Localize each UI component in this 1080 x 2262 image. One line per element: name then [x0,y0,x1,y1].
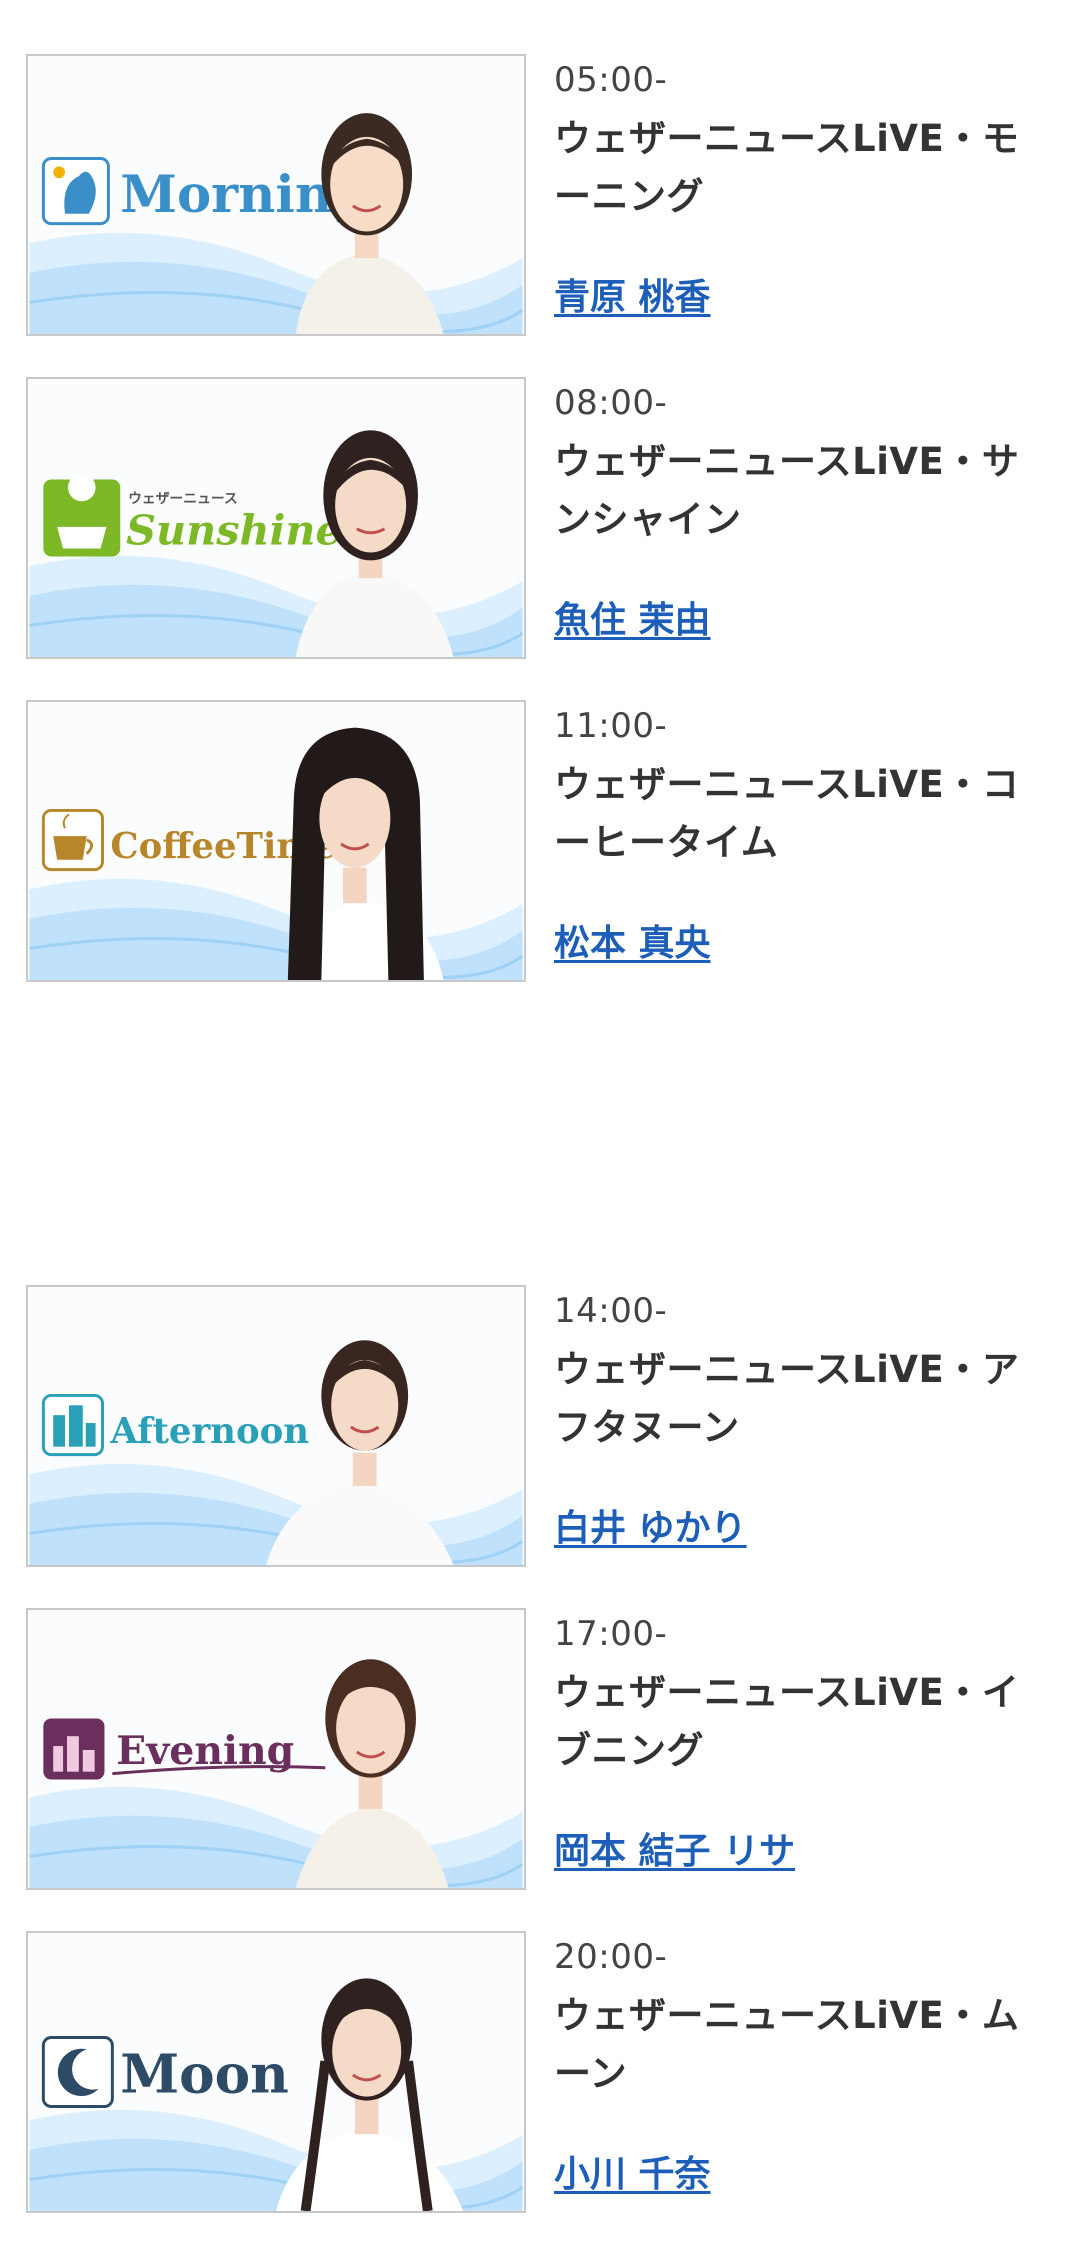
program-time: 05:00- [554,60,668,100]
moon-thumbnail-art: Moon [29,1978,524,2211]
program-time: 14:00- [554,1291,668,1331]
program-title: ウェザーニュースLiVE・アフタヌーン [554,1348,1020,1449]
program-info: 08:00- ウェザーニュースLiVE・サンシャイン [554,377,1054,549]
program-time: 17:00- [554,1614,668,1654]
sun-icon [43,473,121,557]
program-item-coffeetime: CoffeeTime 11:00- ウェザーニュースLiVE・コーヒータイム 松… [26,700,1056,984]
program-thumbnail-coffeetime[interactable]: CoffeeTime [26,700,526,982]
program-info: 20:00- ウェザーニュースLiVE・ムーン [554,1931,1054,2103]
building-icon [41,1393,104,1457]
logo-afternoon: Afternoon [109,1411,309,1452]
program-title: ウェザーニュースLiVE・サンシャイン [554,440,1020,541]
program-info: 14:00- ウェザーニュースLiVE・アフタヌーン [554,1285,1054,1457]
program-thumbnail-afternoon[interactable]: Afternoon [26,1285,526,1567]
logo-moon: Moon [120,2043,289,2106]
program-info: 17:00- ウェザーニュースLiVE・イブニング [554,1608,1054,1780]
program-title: ウェザーニュースLiVE・モーニング [554,117,1020,218]
anchor-photo [295,1659,449,1888]
program-title: ウェザーニュースLiVE・ムーン [554,1994,1020,2095]
logo-sunshine: Sunshine [126,506,342,555]
coffee-cup-icon [41,808,104,872]
program-thumbnail-morning[interactable]: Morning [26,54,526,336]
sunshine-thumbnail-art: ウェザーニュース Sunshine [29,430,524,657]
program-title: ウェザーニュースLiVE・イブニング [554,1671,1020,1772]
caster-link[interactable]: 白井 ゆかり [554,1507,747,1551]
evening-thumbnail-art: Evening [29,1659,524,1888]
program-thumbnail-moon[interactable]: Moon [26,1931,526,2213]
program-info: 05:00- ウェザーニュースLiVE・モーニング [554,54,1054,226]
program-item-sunshine: ウェザーニュース Sunshine 08:00- ウェザーニュースLiVE・サン… [26,377,1056,661]
program-item-morning: Morning 05:00- ウェザーニュースLiVE・モーニング 青原 桃香 [26,54,1056,338]
coffeetime-thumbnail-art: CoffeeTime [29,727,524,980]
caster-link[interactable]: 松本 真央 [554,922,711,966]
program-time: 11:00- [554,706,668,746]
program-item-evening: Evening 17:00- ウェザーニュースLiVE・イブニング 岡本 結子 … [26,1608,1056,1892]
program-item-afternoon: Afternoon 14:00- ウェザーニュースLiVE・アフタヌーン 白井 … [26,1285,1056,1569]
program-thumbnail-sunshine[interactable]: ウェザーニュース Sunshine [26,377,526,659]
anchor-photo [266,1340,454,1565]
afternoon-thumbnail-art: Afternoon [29,1340,524,1565]
program-time: 08:00- [554,383,668,423]
program-info: 11:00- ウェザーニュースLiVE・コーヒータイム [554,700,1054,872]
anchor-photo [287,727,444,980]
program-item-moon: Moon 20:00- ウェザーニュースLiVE・ムーン 小川 千奈 [26,1931,1056,2215]
moon-icon [41,2036,114,2108]
program-time: 20:00- [554,1937,668,1977]
caster-link[interactable]: 魚住 茉由 [554,599,711,643]
rooster-icon [41,157,110,226]
program-thumbnail-evening[interactable]: Evening [26,1608,526,1890]
caster-link[interactable]: 小川 千奈 [554,2153,711,2197]
anchor-photo [276,1978,464,2211]
caster-link[interactable]: 岡本 結子 リサ [554,1830,795,1874]
city-night-icon [43,1718,105,1780]
program-schedule: Morning 05:00- ウェザーニュースLiVE・モーニング 青原 桃香 [0,0,1080,2262]
morning-thumbnail-art: Morning [29,113,524,334]
program-title: ウェザーニュースLiVE・コーヒータイム [554,763,1020,864]
caster-link[interactable]: 青原 桃香 [554,276,711,320]
